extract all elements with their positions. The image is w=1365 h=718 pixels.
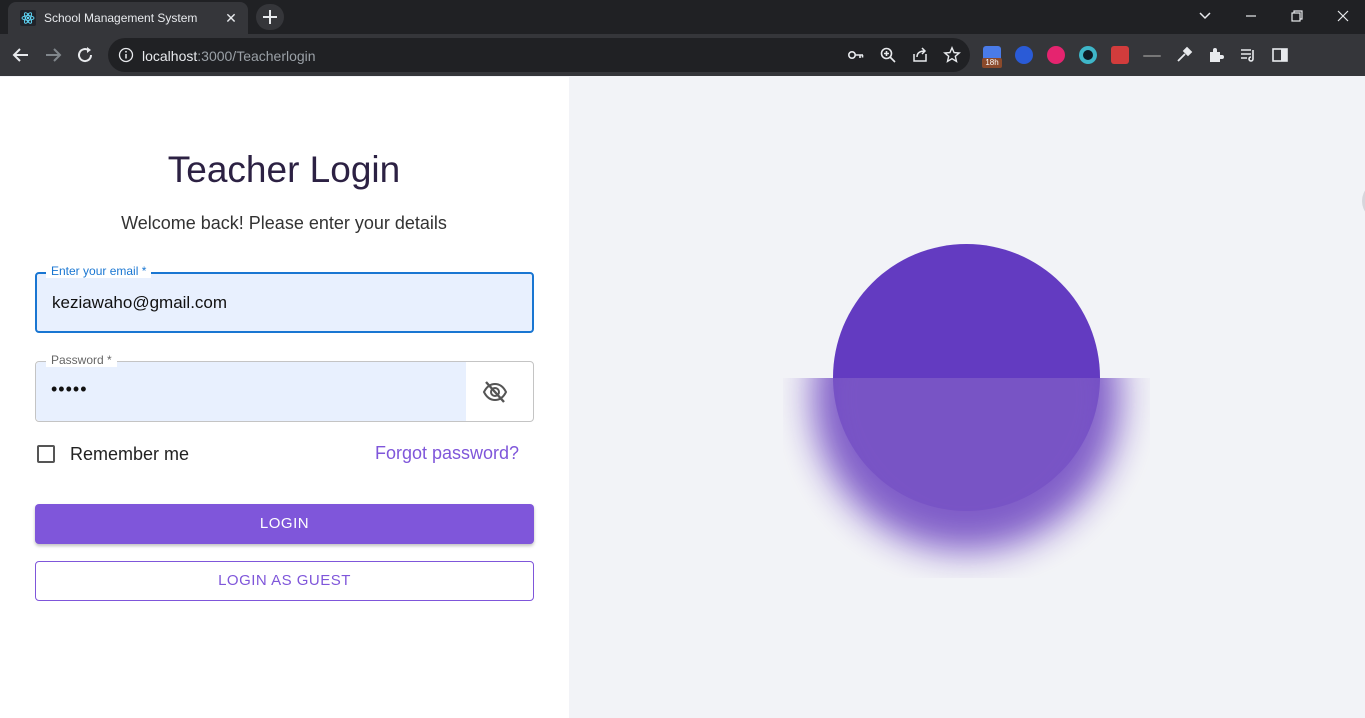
password-label: Password *	[46, 353, 117, 367]
extensions-puzzle-icon[interactable]	[1207, 46, 1225, 64]
remember-me-label: Remember me	[70, 444, 190, 464]
password-value: •••••	[51, 379, 88, 399]
tab-search-icon[interactable]	[1182, 0, 1228, 32]
password-fill	[36, 362, 466, 421]
page-content: Teacher Login Welcome back! Please enter…	[0, 77, 1365, 718]
email-value: keziawaho@gmail.com	[52, 293, 228, 312]
remember-me-checkbox[interactable]	[37, 445, 55, 463]
forgot-password-link[interactable]: Forgot password?	[375, 443, 519, 464]
welcome-subtitle: Welcome back! Please enter your details	[121, 213, 447, 233]
reading-list-icon[interactable]	[1239, 46, 1257, 64]
site-info-icon[interactable]	[118, 47, 134, 63]
bookmark-star-icon[interactable]	[943, 46, 961, 64]
illustration-panel	[569, 77, 1365, 718]
back-icon[interactable]	[8, 42, 34, 68]
url-text: localhost:3000/Teacherlogin	[142, 48, 316, 64]
page-title: Teacher Login	[167, 149, 401, 190]
email-field[interactable]: Enter your email * keziawaho@gmail.com	[35, 264, 534, 333]
share-icon[interactable]	[911, 46, 929, 64]
frosted-blur-area	[783, 378, 1150, 578]
zoom-icon[interactable]	[879, 46, 897, 64]
browser-tab-bar: School Management System ✕	[0, 0, 1365, 34]
browser-tab[interactable]: School Management System ✕	[8, 2, 248, 34]
email-label: Enter your email *	[46, 264, 152, 278]
visibility-off-icon[interactable]	[482, 379, 508, 405]
video-extension-icon[interactable]	[1047, 46, 1065, 64]
tab-title: School Management System	[44, 11, 198, 25]
forward-icon[interactable]	[40, 42, 66, 68]
login-panel: Teacher Login Welcome back! Please enter…	[0, 77, 569, 718]
blurred-circle-reflection	[813, 378, 1120, 551]
restore-icon[interactable]	[1274, 0, 1320, 32]
eyedropper-icon[interactable]	[1175, 46, 1193, 64]
tab-close-icon[interactable]: ✕	[222, 9, 240, 27]
side-panel-icon[interactable]	[1271, 46, 1289, 64]
react-icon	[20, 10, 36, 26]
firefox-extension-icon[interactable]	[1015, 46, 1033, 64]
extension-badge: 18h	[982, 58, 1002, 68]
red-extension-icon[interactable]	[1111, 46, 1129, 64]
ruler-extension-icon[interactable]	[1143, 55, 1161, 57]
gear-extension-icon[interactable]	[1079, 46, 1097, 64]
browser-toolbar: localhost:3000/Teacherlogin K	[0, 34, 1365, 98]
close-window-icon[interactable]	[1320, 0, 1365, 32]
reload-icon[interactable]	[72, 42, 98, 68]
login-as-guest-button[interactable]: LOGIN AS GUEST	[35, 561, 534, 601]
login-button[interactable]: LOGIN	[35, 504, 534, 544]
password-field[interactable]: Password * •••••	[35, 353, 534, 422]
address-bar[interactable]: localhost:3000/Teacherlogin	[108, 38, 970, 72]
new-tab-icon[interactable]	[256, 4, 284, 30]
minimize-icon[interactable]	[1228, 0, 1274, 32]
key-icon[interactable]	[847, 46, 865, 64]
